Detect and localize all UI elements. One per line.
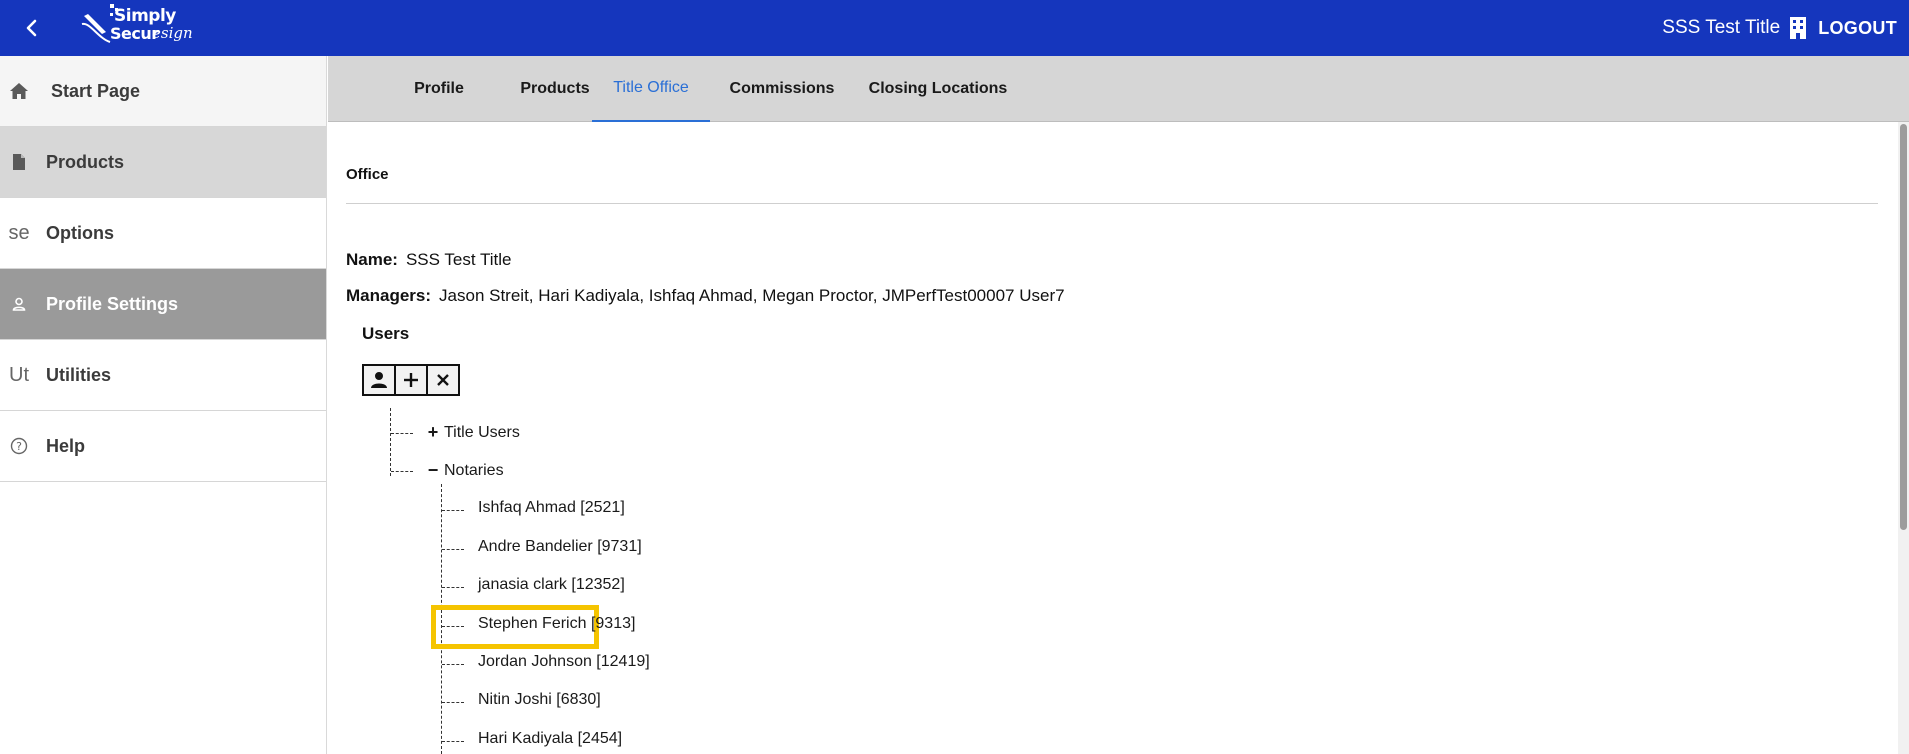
- name-label: Name:: [346, 250, 398, 269]
- office-name-row: Name: SSS Test Title: [346, 250, 511, 270]
- logout-button[interactable]: LOGOUT: [1818, 18, 1897, 39]
- tree-leaf-notary[interactable]: Hari Kadiyala [2454]: [478, 730, 622, 748]
- tree-leaf-notary[interactable]: Ishfaq Ahmad [2521]: [478, 499, 625, 517]
- tab-title-office[interactable]: Title Office: [592, 56, 710, 122]
- tab-commissions[interactable]: Commissions: [720, 56, 844, 122]
- simplysecuresign-logo[interactable]: Simply Secur esign: [78, 2, 193, 52]
- tree-connector: [442, 702, 464, 703]
- tree-connector: [442, 664, 464, 665]
- tree-leaf-notary-selected[interactable]: Stephen Ferich [9313]: [478, 615, 635, 633]
- document-icon: [8, 153, 30, 171]
- header-right: SSS Test Title LOGOUT: [1662, 0, 1897, 56]
- collapse-minus-icon[interactable]: −: [426, 460, 440, 481]
- expand-plus-icon[interactable]: +: [426, 422, 440, 443]
- logo-text-simply: Simply: [114, 6, 176, 26]
- building-icon: [1790, 17, 1807, 39]
- settings-icon: se: [8, 221, 30, 244]
- tree-connector: [442, 626, 464, 627]
- tree-node-notaries[interactable]: − Notaries: [426, 460, 504, 481]
- svg-text:?: ?: [16, 440, 22, 453]
- managers-label: Managers:: [346, 286, 432, 305]
- users-toolbar: [362, 364, 460, 396]
- sidebar-item-label: Start Page: [51, 80, 141, 101]
- sidebar-item-label: Help: [46, 435, 86, 456]
- tab-bar: Profile Products Title Office Commission…: [328, 56, 1909, 122]
- tree-connector: [442, 510, 464, 511]
- name-value: SSS Test Title: [405, 250, 512, 269]
- managers-value: Jason Streit, Hari Kadiyala, Ishfaq Ahma…: [439, 286, 1065, 305]
- expand-all-button[interactable]: [394, 364, 428, 396]
- org-title: SSS Test Title: [1662, 17, 1781, 38]
- utilities-icon: Ut: [9, 363, 29, 386]
- tree-connector: [391, 471, 413, 472]
- person-icon: [8, 297, 30, 311]
- sidebar-item-label: Products: [46, 151, 125, 172]
- tree-node-label: Title Users: [444, 423, 520, 441]
- divider: [346, 203, 1878, 204]
- home-icon: [8, 82, 30, 100]
- sidebar-item-start-page[interactable]: Start Page: [0, 56, 326, 127]
- back-button[interactable]: [14, 10, 50, 46]
- sidebar-item-label: Profile Settings: [46, 293, 179, 314]
- tree-connector: [391, 433, 413, 434]
- sidebar: Start Page Products se Options Profile S…: [0, 56, 327, 754]
- tree-node-label: Notaries: [444, 461, 504, 479]
- tree-leaf-notary[interactable]: Andre Bandelier [9731]: [478, 538, 642, 556]
- tab-closing-locations[interactable]: Closing Locations: [858, 56, 1018, 122]
- scrollbar-thumb[interactable]: [1900, 124, 1907, 530]
- sidebar-item-products[interactable]: Products: [0, 127, 326, 198]
- tree-node-title-users[interactable]: + Title Users: [426, 422, 520, 443]
- office-heading: Office: [346, 166, 389, 183]
- tree-connector: [442, 549, 464, 550]
- top-bar: Simply Secur esign SSS Test Title LOGOUT: [0, 0, 1909, 56]
- close-icon: [437, 374, 449, 386]
- tree-leaf-notary[interactable]: janasia clark [12352]: [478, 576, 625, 594]
- title-office-panel: Office Name: SSS Test Title Managers: Jaso…: [328, 122, 1898, 754]
- sidebar-item-options[interactable]: se Options: [0, 198, 326, 269]
- sidebar-item-label: Options: [46, 222, 114, 243]
- person-icon: [371, 372, 387, 388]
- add-user-button[interactable]: [362, 364, 396, 396]
- tree-leaf-notary[interactable]: Nitin Joshi [6830]: [478, 691, 601, 709]
- tree-leaf-notary[interactable]: Jordan Johnson [12419]: [478, 653, 650, 671]
- collapse-all-button[interactable]: [426, 364, 460, 396]
- tree-connector: [390, 408, 391, 476]
- sidebar-item-profile-settings[interactable]: Profile Settings: [0, 269, 326, 340]
- tree-connector: [442, 741, 464, 742]
- tree-connector: [442, 587, 464, 588]
- sidebar-item-help[interactable]: ? Help: [0, 411, 326, 482]
- logo-text-esign: esign: [152, 24, 193, 42]
- chevron-left-icon: [26, 19, 37, 37]
- users-heading: Users: [362, 324, 410, 343]
- sidebar-item-utilities[interactable]: Ut Utilities: [0, 340, 326, 411]
- plus-icon: [404, 373, 418, 387]
- office-managers-row: Managers: Jason Streit, Hari Kadiyala, Is…: [346, 286, 1065, 306]
- tab-profile[interactable]: Profile: [386, 56, 492, 122]
- sidebar-item-label: Utilities: [46, 364, 112, 385]
- help-circle-icon: ?: [8, 437, 30, 455]
